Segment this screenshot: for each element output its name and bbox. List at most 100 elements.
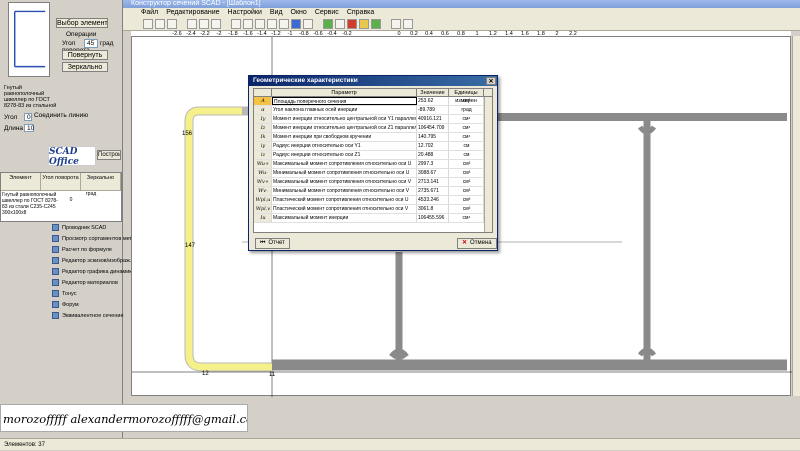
grid-row[interactable]: Wu+ Максимальный момент сопротивления отн…: [254, 160, 492, 169]
toolbar: [123, 17, 800, 31]
elements-table: Элемент Угол поворота Зеркально Гнутый р…: [0, 172, 122, 222]
grid-cell-sym: iz: [254, 151, 272, 159]
grid-cell-value: 3061.8: [417, 205, 449, 213]
move-icon[interactable]: [279, 18, 289, 29]
open-icon[interactable]: [155, 18, 165, 29]
menu-settings[interactable]: Настройки: [228, 8, 262, 17]
menu-view[interactable]: Вид: [270, 8, 283, 17]
zoom-in-icon[interactable]: [231, 18, 241, 29]
tree-item[interactable]: Расчет по формуле: [52, 244, 132, 255]
grid-cell-sym: Wu-: [254, 169, 272, 177]
tree-item[interactable]: Эквивалентное сечение: [52, 310, 132, 321]
tool-icon: [52, 224, 59, 231]
grid-cell-param: Момент инерции относительно центральной …: [272, 115, 417, 123]
status-bar: Элементов: 37: [0, 438, 800, 450]
tree-item[interactable]: Просмотр сортаментов метал: [52, 233, 138, 244]
grid-row[interactable]: Iy Момент инерции относительно центрально…: [254, 115, 492, 124]
zoom-out-icon[interactable]: [243, 18, 253, 29]
grid-cell-unit: см⁴: [449, 124, 484, 132]
tree-item[interactable]: Редактор материалов: [52, 277, 132, 288]
grid-cell-param: Площадь поперечного сечения: [272, 97, 417, 105]
tree-item[interactable]: Проводник SCAD: [52, 222, 132, 233]
grid-icon[interactable]: [255, 18, 265, 29]
grid-cell-param: Радиус инерции относительно оси Z1: [272, 151, 417, 159]
tool-icon: [52, 268, 59, 275]
grid-cell-param: Минимальный момент сопротивления относит…: [272, 169, 417, 177]
bottom-plate: [272, 359, 787, 371]
paste-icon[interactable]: [211, 18, 221, 29]
author-email-watermark: morozofffff alexandermorozofffff@gmail.c…: [0, 404, 248, 432]
length-label: Длина: [4, 125, 24, 132]
select-element-button[interactable]: Выбор элемента: [56, 18, 108, 28]
grid-row[interactable]: Wv- Минимальный момент сопротивления отно…: [254, 187, 492, 196]
tree-item[interactable]: Форум: [52, 299, 132, 310]
cancel-button[interactable]: ✕ Отмена: [457, 238, 497, 249]
hand-icon[interactable]: [391, 18, 401, 29]
rotate-button[interactable]: Повернуть: [62, 50, 108, 60]
grid-cell-value: 4533.246: [417, 196, 449, 204]
tree-item[interactable]: Редактор эскизов/изображ.: [52, 255, 132, 266]
tools-tree: Проводник SCAD Просмотр сортаментов мета…: [52, 222, 138, 321]
menu-service[interactable]: Сервис: [315, 8, 339, 17]
grid-cell-value: 253.62: [417, 97, 449, 105]
grid-row[interactable]: α Угол наклона главных осей инерции -89.78…: [254, 106, 492, 115]
mirror-button[interactable]: Зеркально: [62, 62, 108, 72]
grid-cell-sym: Wu+: [254, 160, 272, 168]
table-unit: град: [85, 191, 97, 197]
tree-item[interactable]: Редактор графика динамики: [52, 266, 135, 277]
grid-cell-param: Пластический момент сопротивления относи…: [272, 205, 417, 213]
grid-row[interactable]: Wu- Минимальный момент сопротивления отно…: [254, 169, 492, 178]
tool-icon: [52, 312, 59, 319]
grid-row[interactable]: iy Радиус инерции относительно оси Y1 12.7…: [254, 142, 492, 151]
build-button[interactable]: Построить: [97, 150, 121, 160]
profile-label: Гнутый равнополочный швеллер по ГОСТ 827…: [4, 85, 57, 109]
grid-row[interactable]: Ik Момент инерции при свободном кручении 1…: [254, 133, 492, 142]
tree-item[interactable]: Тонус: [52, 288, 132, 299]
grid-cell-param: Угол наклона главных осей инерции: [272, 106, 417, 114]
menu-help[interactable]: Справка: [347, 8, 374, 17]
node-label-156: 156: [182, 131, 193, 137]
menu-edit[interactable]: Редактирование: [166, 8, 219, 17]
preview-drawing: [14, 10, 46, 68]
table-row-name[interactable]: Гнутый равнополочный швеллер по ГОСТ 827…: [1, 191, 61, 217]
angle2-input[interactable]: 0: [24, 113, 32, 121]
snap-icon[interactable]: [267, 18, 277, 29]
stress-icon[interactable]: [347, 18, 357, 29]
menu-window[interactable]: Окно: [291, 8, 307, 17]
save-icon[interactable]: [167, 18, 177, 29]
cut-icon[interactable]: [187, 18, 197, 29]
menu-file[interactable]: Файл: [141, 8, 158, 17]
point-icon[interactable]: [291, 18, 301, 29]
grid-row[interactable]: Wpl,u Пластический момент сопротивления о…: [254, 196, 492, 205]
material-icon[interactable]: [371, 18, 381, 29]
tool-icon: [52, 235, 59, 242]
grid-row[interactable]: Wv+ Максимальный момент сопротивления отн…: [254, 178, 492, 187]
grid-scrollbar[interactable]: [484, 97, 492, 232]
grid-row[interactable]: Iz Момент инерции относительно центрально…: [254, 124, 492, 133]
axes-icon[interactable]: [303, 18, 313, 29]
angle-input[interactable]: 45: [84, 39, 98, 48]
grid-cell-unit: см³: [449, 196, 484, 204]
grid-cell-param: Пластический момент сопротивления относи…: [272, 196, 417, 204]
grid-cell-value: 106455.596: [417, 214, 449, 222]
vertical-scrollbar[interactable]: [792, 36, 800, 396]
grid-row[interactable]: iz Радиус инерции относительно оси Z1 20.4…: [254, 151, 492, 160]
geometry-icon[interactable]: [323, 18, 333, 29]
help-icon[interactable]: [403, 18, 413, 29]
table-icon[interactable]: [335, 18, 345, 29]
grid-cell-value: 140.795: [417, 133, 449, 141]
grid-row[interactable]: A Площадь поперечного сечения 253.62 см²: [254, 97, 492, 106]
report-button[interactable]: ⏮ Отчет: [255, 238, 290, 249]
grid-row[interactable]: Iu Максимальный момент инерции 106455.596 с…: [254, 214, 492, 223]
grid-cell-value: 3088.67: [417, 169, 449, 177]
grid-cell-value: 12.702: [417, 142, 449, 150]
table-row-angle[interactable]: 0: [61, 191, 81, 217]
close-icon[interactable]: ✕: [486, 77, 496, 85]
grid-row[interactable]: Wpl,v Пластический момент сопротивления о…: [254, 205, 492, 214]
new-icon[interactable]: [143, 18, 153, 29]
left-web: [389, 252, 409, 362]
core-icon[interactable]: [359, 18, 369, 29]
length-input[interactable]: 10: [24, 124, 34, 132]
copy-icon[interactable]: [199, 18, 209, 29]
connect-label: Соединить линию: [34, 112, 89, 119]
